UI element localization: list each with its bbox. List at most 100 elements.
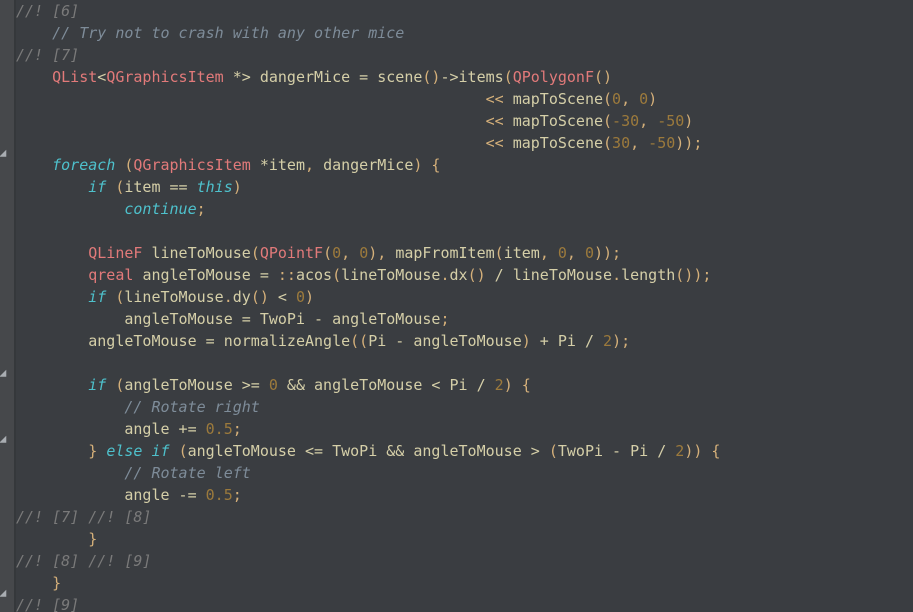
code-line[interactable]: } — [16, 572, 913, 594]
code-token: QLineF — [88, 244, 143, 262]
code-token: << — [485, 90, 513, 108]
code-line[interactable] — [16, 352, 913, 374]
code-line[interactable]: //! [7] — [16, 44, 913, 66]
code-token: , — [630, 134, 649, 152]
code-line[interactable]: << mapToScene(0, 0) — [16, 88, 913, 110]
code-token: = — [350, 68, 378, 86]
code-line[interactable]: angle += 0.5; — [16, 418, 913, 440]
code-token: qreal — [88, 266, 134, 284]
code-line[interactable]: angleToMouse = TwoPi - angleToMouse; — [16, 308, 913, 330]
code-token: )); — [594, 244, 622, 262]
code-line[interactable]: if (lineToMouse.dy() < 0) — [16, 286, 913, 308]
code-line[interactable]: foreach (QGraphicsItem *item, dangerMice… — [16, 154, 913, 176]
code-token: ( — [603, 90, 613, 108]
code-token: lineToMouse — [341, 266, 441, 284]
code-line[interactable]: qreal angleToMouse = ::acos(lineToMouse.… — [16, 264, 913, 286]
code-token: . — [612, 266, 622, 284]
code-line[interactable]: //! [8] //! [9] — [16, 550, 913, 572]
code-token: angle — [124, 420, 170, 438]
code-text-area[interactable]: //! [6] // Try not to crash with any oth… — [16, 0, 913, 612]
code-token: 0 — [332, 244, 342, 262]
code-line[interactable]: << mapToScene(-30, -50) — [16, 110, 913, 132]
code-token: ; — [196, 200, 206, 218]
code-token: / — [575, 332, 604, 350]
code-token: items — [458, 68, 504, 86]
code-token: TwoPi — [332, 442, 378, 460]
code-token: ( — [548, 442, 558, 460]
code-token: / — [485, 266, 513, 284]
code-token: mapFromItem — [395, 244, 495, 262]
code-token: , — [539, 244, 558, 262]
code-token: // Rotate left — [124, 464, 251, 482]
code-token: <= — [295, 442, 333, 460]
code-token: )); — [675, 134, 703, 152]
code-token: < — [97, 68, 107, 86]
code-line[interactable]: continue; — [16, 198, 913, 220]
code-token: lineToMouse — [151, 244, 251, 262]
code-line[interactable]: angle -= 0.5; — [16, 484, 913, 506]
code-token: QGraphicsItem — [133, 156, 251, 174]
code-token: < — [268, 288, 296, 306]
code-token: ); — [612, 332, 631, 350]
code-token: ( — [503, 68, 513, 86]
code-token: . — [223, 288, 233, 306]
code-token: angle — [124, 486, 170, 504]
code-token: , — [341, 244, 360, 262]
code-token: angleToMouse — [142, 266, 251, 284]
code-line[interactable]: } — [16, 528, 913, 550]
code-token: angleToMouse — [88, 332, 197, 350]
code-line[interactable]: //! [9] — [16, 594, 913, 612]
code-token: dx — [449, 266, 468, 284]
code-token: 0 — [359, 244, 369, 262]
code-token: ) — [684, 112, 694, 130]
code-token: )) { — [684, 442, 721, 460]
code-token: else — [106, 442, 143, 460]
editor-gutter[interactable] — [0, 0, 14, 612]
code-token: && — [377, 442, 414, 460]
code-token: } — [88, 530, 98, 548]
code-line[interactable]: //! [6] — [16, 0, 913, 22]
code-line[interactable]: } else if (angleToMouse <= TwoPi && angl… — [16, 440, 913, 462]
code-line[interactable]: if (item == this) — [16, 176, 913, 198]
code-token: + — [530, 332, 558, 350]
code-token: ( — [603, 134, 613, 152]
code-token: angleToMouse — [413, 442, 522, 460]
code-line[interactable] — [16, 220, 913, 242]
code-token: dangerMice — [259, 68, 351, 86]
code-line[interactable]: // Rotate left — [16, 462, 913, 484]
code-token: 2 — [603, 332, 613, 350]
code-token: ( — [178, 442, 188, 460]
code-token: Pi — [630, 442, 649, 460]
code-token: ()); — [675, 266, 712, 284]
code-token: 0 — [639, 90, 649, 108]
code-token: foreach — [52, 156, 116, 174]
code-token: ; — [232, 486, 242, 504]
code-line[interactable]: // Rotate right — [16, 396, 913, 418]
code-token: normalizeAngle — [223, 332, 351, 350]
code-line[interactable]: if (angleToMouse >= 0 && angleToMouse < … — [16, 374, 913, 396]
code-line[interactable]: QLineF lineToMouse(QPointF(0, 0), mapFro… — [16, 242, 913, 264]
code-token: ) { — [413, 156, 441, 174]
code-line[interactable]: QList<QGraphicsItem *> dangerMice = scen… — [16, 66, 913, 88]
code-token: TwoPi — [259, 310, 305, 328]
code-token: -50 — [648, 134, 676, 152]
code-token: mapToScene — [512, 112, 604, 130]
code-line[interactable]: angleToMouse = normalizeAngle((Pi - angl… — [16, 330, 913, 352]
code-token: ) — [648, 90, 658, 108]
code-line[interactable]: // Try not to crash with any other mice — [16, 22, 913, 44]
code-token: QPolygonF — [512, 68, 594, 86]
code-token: this — [196, 178, 233, 196]
code-line[interactable]: //! [7] //! [8] — [16, 506, 913, 528]
code-token: //! [6] — [16, 2, 80, 20]
code-token: dangerMice — [323, 156, 414, 174]
code-token: ; — [232, 420, 242, 438]
code-token: ), — [368, 244, 396, 262]
code-line[interactable]: << mapToScene(30, -50)); — [16, 132, 913, 154]
